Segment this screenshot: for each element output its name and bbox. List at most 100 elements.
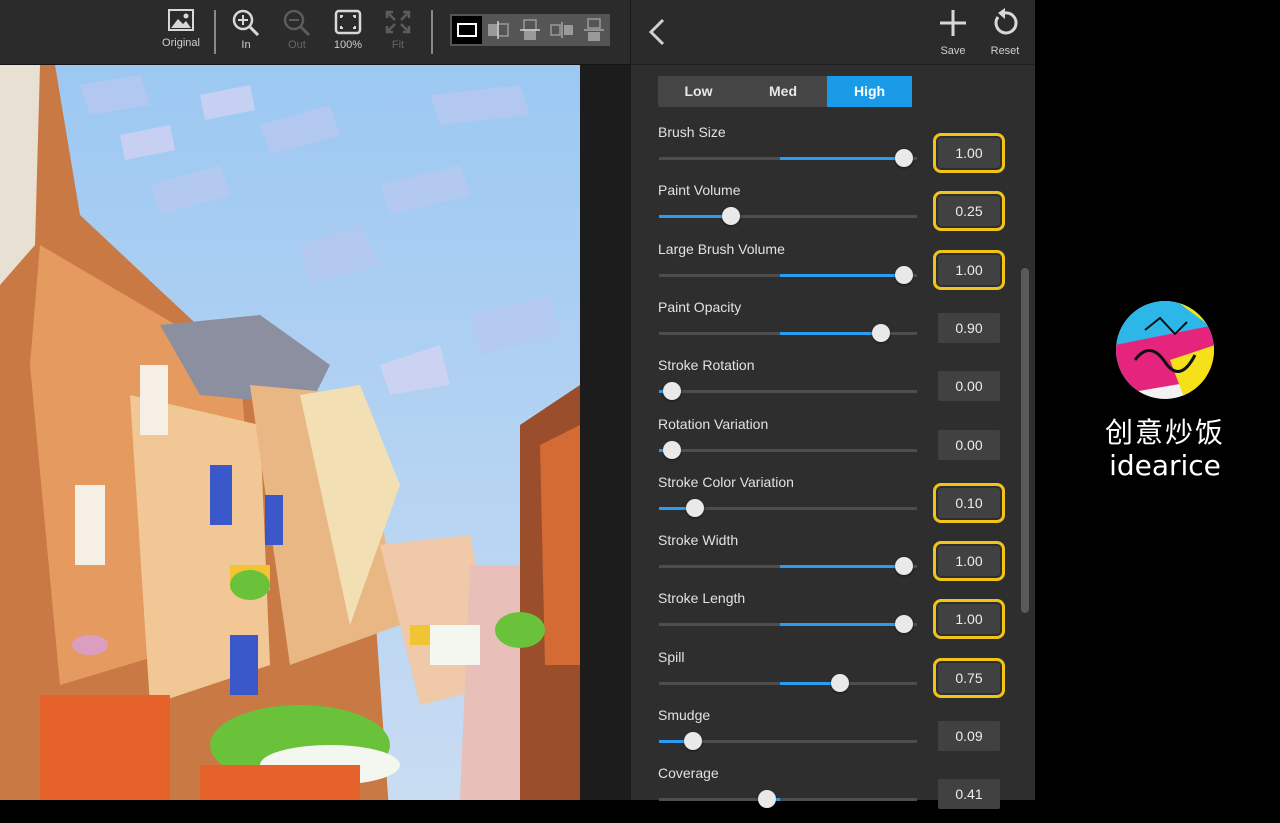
slider-thumb[interactable] (895, 265, 914, 284)
slider-row: Smudge 0.09 (631, 707, 1021, 765)
slider-row: Stroke Length 1.00 (631, 590, 1021, 648)
slider-label: Spill (658, 648, 685, 665)
slider-track[interactable] (659, 557, 917, 576)
zoom-in-label: In (241, 39, 251, 51)
settings-panel: Save Reset Low Med High Brush Size 1.00 Pa… (630, 0, 1035, 810)
slider-label: Smudge (658, 707, 711, 723)
zoom-out-button[interactable]: Out (271, 8, 323, 58)
slider-row: Large Brush Volume 1.00 (631, 241, 1021, 299)
slider-thumb[interactable] (758, 790, 777, 809)
reset-label: Reset (990, 45, 1020, 57)
slider-track[interactable] (659, 498, 917, 517)
slider-value-field[interactable]: 0.75 (933, 657, 1005, 698)
slider-value-field[interactable]: 0.10 (933, 482, 1005, 523)
slider-value-field[interactable]: 1.00 (933, 133, 1005, 173)
split-horizontal-button[interactable] (515, 16, 545, 44)
slider-thumb[interactable] (895, 149, 914, 167)
slider-value-field[interactable]: 0.41 (938, 779, 1000, 810)
slider-label: Coverage (658, 765, 719, 782)
fit-button[interactable]: Fit (372, 8, 424, 58)
slider-thumb[interactable] (686, 498, 705, 517)
panel-scrollbar[interactable] (1021, 66, 1029, 800)
slider-row: Paint Volume 0.25 (631, 182, 1021, 240)
slider-thumb[interactable] (662, 440, 681, 459)
editor-area: Original In Out 100% Fit (0, 0, 630, 800)
slider-value-field[interactable]: 0.09 (938, 721, 1000, 751)
slider-row: Stroke Rotation 0.00 (631, 357, 1021, 415)
slider-value-field[interactable]: 1.00 (933, 599, 1005, 640)
slider-thumb[interactable] (895, 615, 914, 634)
view-mode-selector (450, 14, 610, 46)
slider-fill (659, 215, 732, 219)
chevron-left-icon (648, 18, 665, 46)
slider-track[interactable] (659, 323, 917, 342)
slider-track[interactable] (659, 265, 917, 284)
zoom-out-icon (283, 9, 311, 36)
slider-value-field[interactable]: 1.00 (933, 249, 1005, 290)
slider-value-field[interactable]: 0.25 (933, 191, 1005, 232)
slider-label: Large Brush Volume (658, 240, 785, 257)
slider-fill (780, 273, 905, 277)
slider-thumb[interactable] (722, 207, 741, 226)
slider-row: Brush Size 1.00 (631, 124, 1021, 182)
side-by-side-button[interactable] (547, 16, 577, 44)
quality-med-button[interactable]: Med (739, 76, 827, 107)
slider-track[interactable] (659, 207, 917, 226)
slider-fill (780, 623, 905, 627)
image-icon (168, 9, 194, 31)
slider-thumb[interactable] (683, 732, 702, 750)
slider-track[interactable] (659, 382, 917, 401)
slider-label: Stroke Rotation (658, 357, 755, 374)
slider-label: Paint Volume (658, 182, 741, 199)
slider-row: Stroke Color Variation 0.10 (631, 474, 1021, 532)
actual-size-icon (334, 9, 362, 35)
slider-row: Spill 0.75 (631, 649, 1021, 707)
actual-size-button[interactable]: 100% (322, 8, 374, 58)
slider-fill (780, 565, 905, 569)
plus-icon (940, 10, 966, 36)
quality-low-button[interactable]: Low (658, 76, 739, 107)
slider-track[interactable] (659, 732, 917, 750)
zoom-in-icon (232, 9, 260, 36)
slider-label: Brush Size (658, 124, 726, 140)
quality-selector: Low Med High (658, 76, 912, 107)
slider-label: Stroke Width (658, 532, 739, 549)
slider-thumb[interactable] (830, 673, 849, 692)
stacked-button[interactable] (579, 16, 609, 44)
panel-header: Save Reset (631, 0, 1035, 65)
fit-label: Fit (391, 39, 405, 51)
slider-value-field[interactable]: 0.90 (938, 312, 1000, 343)
slider-value-field[interactable]: 1.00 (933, 541, 1005, 582)
zoom-in-button[interactable]: In (220, 8, 272, 58)
slider-track[interactable] (659, 615, 917, 634)
zoom-out-label: Out (288, 39, 306, 51)
stacked-icon (584, 18, 604, 41)
slider-track[interactable] (659, 440, 917, 459)
actual-size-label: 100% (333, 39, 363, 51)
slider-fill (780, 157, 905, 160)
fit-icon (385, 10, 411, 34)
original-button[interactable]: Original (155, 8, 207, 58)
reset-button[interactable]: Reset (982, 8, 1028, 58)
slider-label: Rotation Variation (658, 415, 769, 432)
save-button[interactable]: Save (930, 8, 976, 58)
watermark: 创意炒饭 idearice (1100, 300, 1230, 482)
slider-value-field[interactable]: 0.00 (938, 429, 1000, 460)
slider-track[interactable] (659, 673, 917, 692)
slider-row: Coverage 0.41 (631, 765, 1021, 823)
slider-value-field[interactable]: 0.00 (938, 371, 1000, 402)
slider-thumb[interactable] (895, 557, 914, 576)
slider-thumb[interactable] (871, 323, 890, 342)
slider-label: Paint Opacity (658, 298, 742, 315)
image-canvas[interactable] (0, 65, 580, 800)
quality-high-button[interactable]: High (827, 76, 912, 107)
split-vertical-button[interactable] (483, 16, 513, 44)
single-view-button[interactable] (452, 16, 482, 44)
original-label: Original (162, 37, 200, 49)
slider-thumb[interactable] (662, 382, 681, 401)
single-view-icon (457, 23, 477, 37)
scrollbar-thumb[interactable] (1021, 268, 1029, 613)
watermark-english-text: idearice (1109, 449, 1221, 482)
slider-track[interactable] (659, 149, 917, 167)
back-button[interactable] (643, 14, 673, 50)
